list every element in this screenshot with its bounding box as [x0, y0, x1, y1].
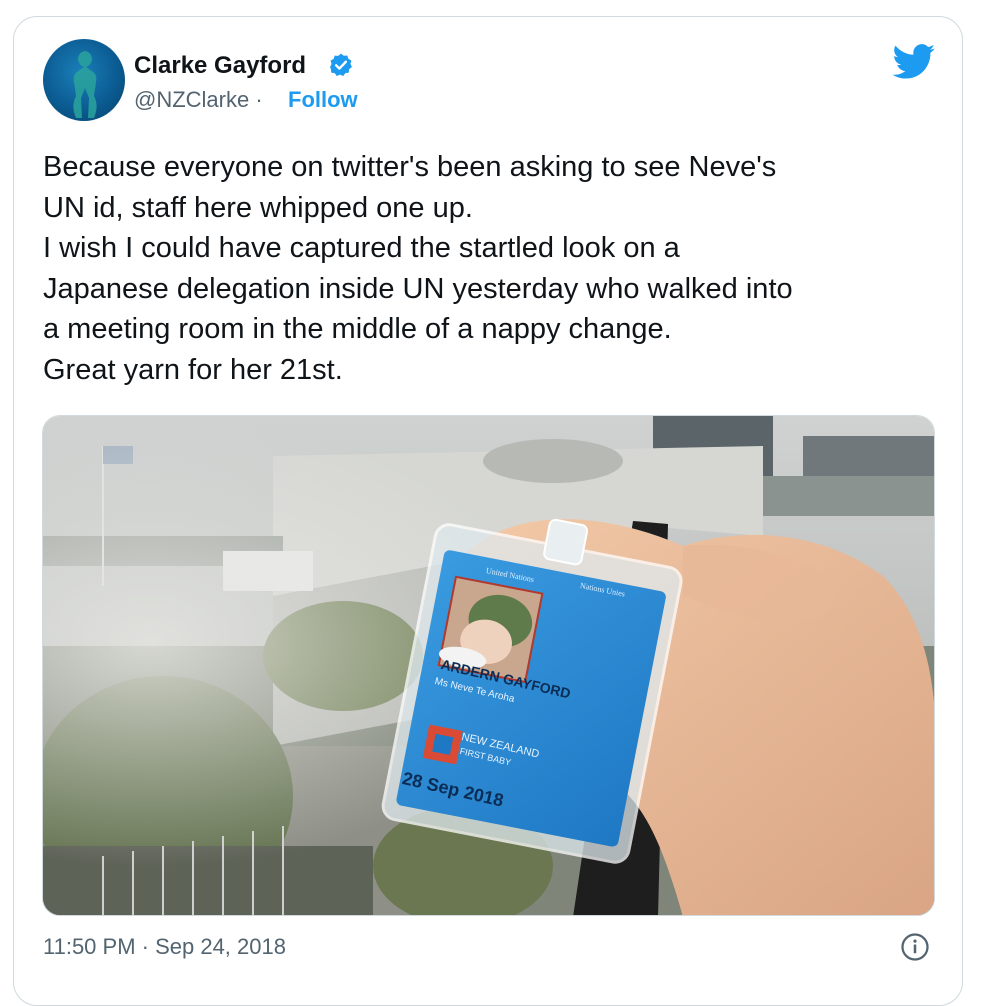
tweet-line: Great yarn for her 21st.: [43, 353, 343, 386]
avatar-figure-icon: [73, 51, 97, 118]
tweet-timestamp[interactable]: 11:50 PM · Sep 24, 2018: [43, 934, 286, 960]
follow-link[interactable]: Follow: [288, 87, 358, 113]
tweet-line: UN id, staff here whipped one up.: [43, 191, 473, 224]
handle-text: @NZClarke: [134, 87, 250, 112]
twitter-bird-icon[interactable]: [892, 44, 936, 80]
author-name[interactable]: Clarke Gayford: [134, 52, 306, 80]
author-handle[interactable]: @NZClarke ·: [134, 87, 263, 113]
tweet-line: I wish I could have captured the startle…: [43, 232, 680, 264]
tweet-line: a meeting room in the middle of a nappy …: [43, 313, 672, 345]
handle-separator: ·: [255, 87, 263, 112]
info-icon[interactable]: [900, 932, 930, 962]
avatar[interactable]: [43, 39, 125, 121]
tweet-text: Because everyone on twitter's been askin…: [43, 147, 943, 390]
tweet-photo[interactable]: United Nations Nations Unies ARDERN GAYF…: [42, 415, 935, 916]
tweet-line: Japanese delegation inside UN yesterday …: [43, 272, 793, 305]
verified-badge-icon: [330, 53, 352, 76]
tweet-line: Because everyone on twitter's been askin…: [43, 151, 777, 183]
